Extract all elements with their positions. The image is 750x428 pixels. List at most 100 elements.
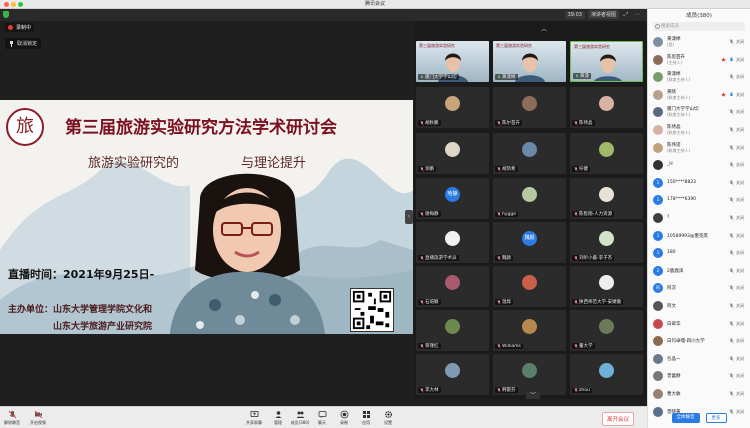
member-row[interactable]: 阿文 关闭	[648, 299, 750, 314]
participant-tile[interactable]: 李大林	[416, 354, 489, 395]
participant-tile[interactable]: 石培颖	[416, 266, 489, 307]
microphone-muted-icon[interactable]	[729, 373, 734, 379]
member-row[interactable]: 1 178****6390 关闭	[648, 193, 750, 208]
member-camera-status[interactable]: 关闭	[736, 356, 744, 362]
member-camera-status[interactable]: 关闭	[736, 215, 744, 221]
manage-button[interactable]: 管理	[266, 410, 290, 426]
member-camera-status[interactable]: 关闭	[736, 285, 744, 291]
microphone-muted-icon[interactable]	[729, 391, 734, 397]
member-row[interactable]: 白玛卓嘎-四川大学 关闭	[648, 334, 750, 349]
members-button[interactable]: 成员(380)	[288, 410, 312, 426]
member-camera-status[interactable]: 关闭	[736, 391, 744, 397]
microphone-muted-icon[interactable]	[729, 356, 734, 362]
security-shield-icon[interactable]	[3, 11, 9, 18]
settings-button[interactable]: 设置	[376, 410, 400, 426]
participant-tile[interactable]: 陈侍晶	[570, 87, 643, 128]
microphone-muted-icon[interactable]	[729, 127, 734, 133]
participant-tile[interactable]: Williams	[493, 310, 566, 351]
participant-tile[interactable]: 魏颜 魏颜	[493, 222, 566, 263]
participant-tile[interactable]: 涂鹏	[416, 133, 489, 174]
member-row[interactable]: 陈侍晶 (联席主持人) 关闭	[648, 123, 750, 138]
more-members-button[interactable]: 更多	[705, 413, 727, 423]
participant-tile[interactable]: 第三届旅游实验研究 厦门大学学山切	[416, 41, 489, 82]
member-row[interactable]: 白翠华 关闭	[648, 317, 750, 332]
microphone-muted-icon[interactable]	[729, 39, 734, 45]
member-row[interactable]: 陈思芸卉 (主持人) 关闭	[648, 53, 750, 68]
member-row[interactable]: 1 180 关闭	[648, 246, 750, 261]
member-camera-status[interactable]: 关闭	[736, 233, 744, 239]
recording-indicator[interactable]: 录制中	[5, 23, 35, 32]
microphone-muted-icon[interactable]	[729, 180, 734, 186]
microphone-muted-icon[interactable]	[729, 215, 734, 221]
member-row[interactable]: 陈伟诺 (联席主持人) 关闭	[648, 141, 750, 156]
member-row[interactable]: 1 10589993@墨克席 关闭	[648, 229, 750, 244]
microphone-muted-icon[interactable]	[729, 109, 734, 115]
participant-tile[interactable]: 董大学	[570, 310, 643, 351]
member-camera-status[interactable]: 关闭	[736, 109, 744, 115]
member-camera-status[interactable]: 关闭	[736, 338, 744, 344]
unpin-button[interactable]: 取消锁定	[5, 38, 42, 49]
participant-tile[interactable]: 陈尔芸卉	[493, 87, 566, 128]
microphone-muted-icon[interactable]	[729, 74, 734, 80]
member-row[interactable]: 黄潇婷 (联席主持人) 关闭	[648, 70, 750, 85]
participant-tile[interactable]: 胡秋鹏	[416, 87, 489, 128]
microphone-muted-icon[interactable]	[729, 197, 734, 203]
member-camera-status[interactable]: 关闭	[736, 39, 744, 45]
participant-tile[interactable]: 陈皙翔-人力资源	[570, 178, 643, 219]
member-camera-status[interactable]: 关闭	[736, 74, 744, 80]
member-camera-status[interactable]: 关闭	[736, 162, 744, 168]
member-row[interactable]: 厦门大学学山切 (联席主持人) 关闭	[648, 105, 750, 120]
microphone-muted-icon[interactable]	[729, 320, 734, 327]
microphone-muted-icon[interactable]	[729, 162, 734, 168]
microphone-on-icon[interactable]	[729, 56, 734, 63]
microphone-muted-icon[interactable]	[729, 144, 734, 151]
participant-tile[interactable]: 贺瑾红	[416, 310, 489, 351]
member-row[interactable]: 阿阿次 关闭	[648, 281, 750, 296]
member-camera-status[interactable]: 关闭	[736, 127, 744, 133]
participant-tile[interactable]: hygge	[493, 178, 566, 219]
member-camera-status[interactable]: 关闭	[736, 197, 744, 203]
participant-tile[interactable]: 胡凯希	[493, 133, 566, 174]
member-row[interactable]: 1 150****8823 关闭	[648, 176, 750, 191]
chat-button[interactable]: 聊天	[310, 410, 334, 426]
microphone-on-icon[interactable]	[729, 92, 734, 98]
member-camera-status[interactable]: 关闭	[736, 373, 744, 379]
microphone-muted-icon[interactable]	[729, 285, 734, 291]
participant-tile[interactable]: zhou	[570, 354, 643, 395]
microphone-muted-icon[interactable]	[729, 303, 734, 309]
participant-tile[interactable]: 吁健	[570, 133, 643, 174]
participant-tile[interactable]: 韩雷芬	[493, 354, 566, 395]
view-mode-button[interactable]: 演讲者视图	[587, 10, 619, 19]
microphone-muted-icon[interactable]	[729, 268, 734, 274]
collapse-gallery-handle[interactable]: ›	[405, 210, 413, 224]
member-camera-status[interactable]: 关闭	[736, 145, 744, 151]
more-options-icon[interactable]: ⋯	[633, 11, 641, 19]
member-row[interactable]: 曹大敏 关闭	[648, 387, 750, 402]
participant-tile[interactable]: 第三届旅游实验研究 黄潇	[570, 41, 643, 82]
microphone-muted-icon[interactable]	[729, 338, 734, 344]
record-button[interactable]: 录制	[332, 410, 356, 426]
mute-all-button[interactable]: 全体静音	[671, 413, 700, 423]
member-row[interactable]: 曾蕾静 关闭	[648, 369, 750, 384]
participant-tile[interactable]: 第三届旅游实验研究 黄潇婷	[493, 41, 566, 82]
member-camera-status[interactable]: 关闭	[736, 250, 744, 256]
gallery-page-down-icon[interactable]: ﹀	[526, 392, 540, 399]
member-camera-status[interactable]: 关闭	[736, 268, 744, 274]
member-row[interactable]: _H 关闭	[648, 158, 750, 173]
member-row[interactable]: ? 关闭	[648, 211, 750, 226]
member-camera-status[interactable]: 关闭	[736, 180, 744, 186]
member-row[interactable]: 黄潇婷 (我) 关闭	[648, 35, 750, 50]
start-video-button[interactable]: 开启视频	[26, 410, 50, 426]
gallery-page-up-icon[interactable]: ︿	[541, 24, 547, 33]
participant-tile[interactable]: 刘听小酱-李子杰	[570, 222, 643, 263]
member-camera-status[interactable]: 关闭	[736, 92, 744, 98]
unmute-button[interactable]: 解除静音	[0, 410, 24, 426]
participant-tile[interactable]: 陕西师范大学-安婕徽	[570, 266, 643, 307]
microphone-muted-icon[interactable]	[729, 250, 734, 256]
apps-button[interactable]: 应用	[354, 410, 378, 426]
fullscreen-icon[interactable]: ⤢	[622, 11, 630, 19]
member-camera-status[interactable]: 关闭	[736, 321, 744, 327]
member-row[interactable]: 黄晓 (联席主持人) 关闭	[648, 88, 750, 103]
member-camera-status[interactable]: 关闭	[736, 303, 744, 309]
member-row[interactable]: 包晶一 关闭	[648, 352, 750, 367]
